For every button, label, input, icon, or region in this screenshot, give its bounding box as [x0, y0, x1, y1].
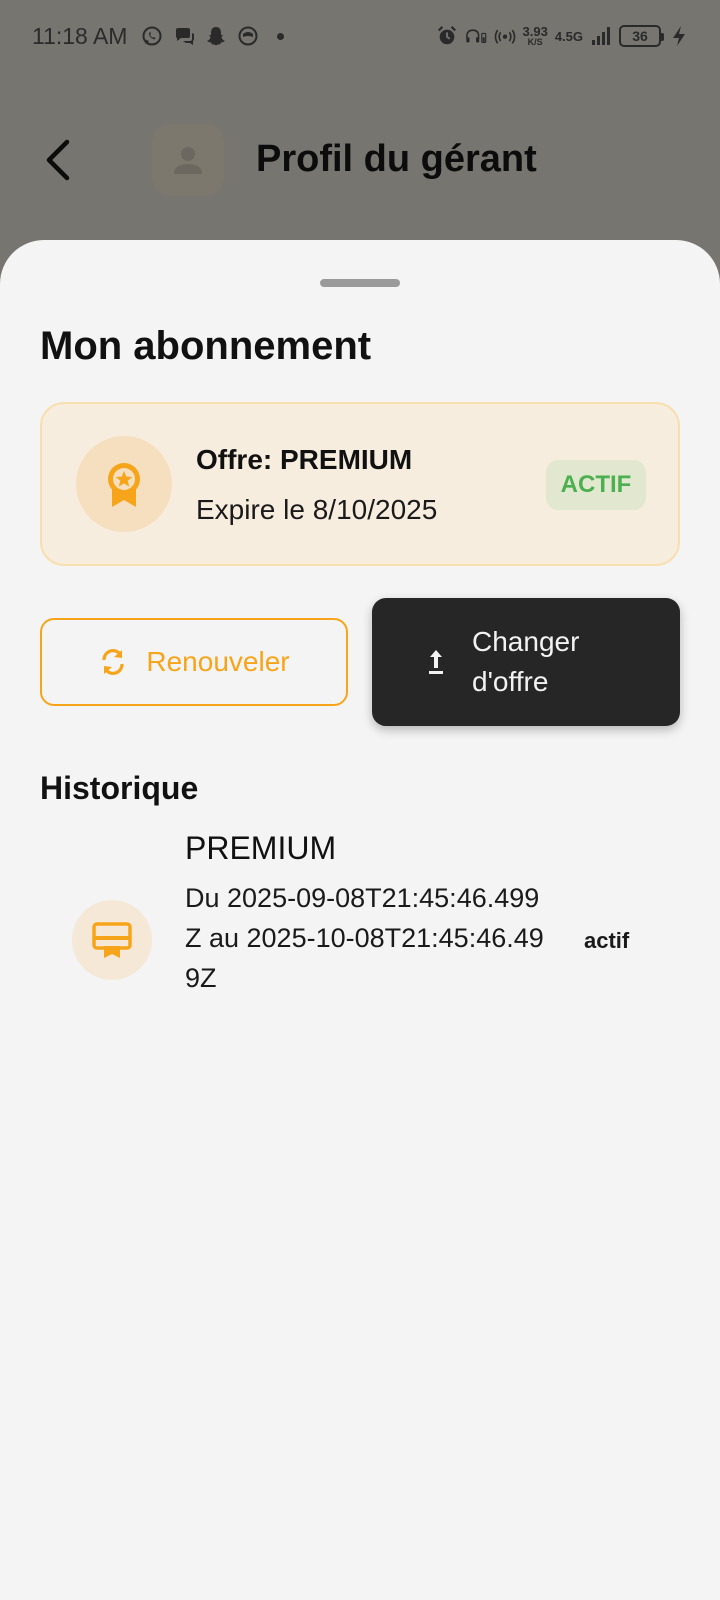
back-button[interactable]	[36, 132, 80, 188]
alarm-icon	[436, 25, 458, 47]
headphones-icon	[465, 25, 487, 47]
card-membership-icon	[92, 922, 132, 958]
speed-unit: K/S	[527, 37, 543, 47]
sheet-title: Mon abonnement	[40, 324, 372, 368]
whatsapp-icon	[141, 25, 163, 47]
renew-label: Renouveler	[146, 646, 290, 677]
history-period: Du 2025-09-08T21:45:46.499Z au 2025-10-0…	[185, 883, 544, 993]
charging-icon	[668, 25, 690, 47]
page-title: Profil du gérant	[256, 138, 537, 180]
battery-level: 36	[632, 28, 648, 44]
snapchat-icon	[205, 25, 227, 47]
drag-handle[interactable]	[320, 279, 400, 287]
change-offer-button[interactable]: Changer d'offre	[372, 598, 680, 726]
history-plan: PREMIUM	[185, 830, 337, 866]
change-offer-label: Changer d'offre	[472, 626, 580, 697]
status-right: 3.93 K/S 4.5G 36	[436, 25, 691, 47]
person-icon	[174, 147, 202, 174]
renew-button[interactable]: Renouveler	[40, 618, 348, 706]
network-type: 4.5G	[554, 28, 583, 44]
subscription-card: Offre: PREMIUM Expire le 8/10/2025 ACTIF	[40, 402, 680, 566]
status-bar: 11:18 AM 3.93 K/S 4.5G 36	[0, 0, 720, 72]
status-left: 11:18 AM	[32, 22, 285, 50]
avatar[interactable]	[152, 124, 224, 196]
history-status: actif	[584, 928, 630, 953]
notification-dot	[277, 32, 285, 40]
app-icon	[237, 25, 259, 47]
chat-icon	[173, 25, 195, 47]
medal-icon-container	[76, 436, 172, 532]
history-list-item[interactable]: PREMIUM Du 2025-09-08T21:45:46.499Z au 2…	[40, 830, 680, 1290]
history-icon-container	[72, 900, 152, 980]
network-speed: 3.93 K/S	[523, 25, 548, 47]
status-badge: ACTIF	[546, 460, 646, 510]
signal-icon	[590, 25, 612, 47]
chevron-left-icon	[46, 139, 70, 181]
status-time: 11:18 AM	[32, 22, 128, 49]
history-title: Historique	[40, 770, 199, 806]
subscription-sheet: Mon abonnement Offre: PREMIUM Expire le …	[0, 240, 720, 1600]
battery-icon: 36	[619, 25, 664, 47]
expiry-date: Expire le 8/10/2025	[196, 494, 438, 525]
hotspot-icon	[494, 25, 516, 47]
offer-name: Offre: PREMIUM	[196, 444, 413, 475]
medal-icon	[108, 463, 140, 507]
refresh-icon	[102, 649, 124, 675]
upload-icon	[429, 650, 443, 674]
app-header: Profil du gérant	[0, 110, 720, 210]
